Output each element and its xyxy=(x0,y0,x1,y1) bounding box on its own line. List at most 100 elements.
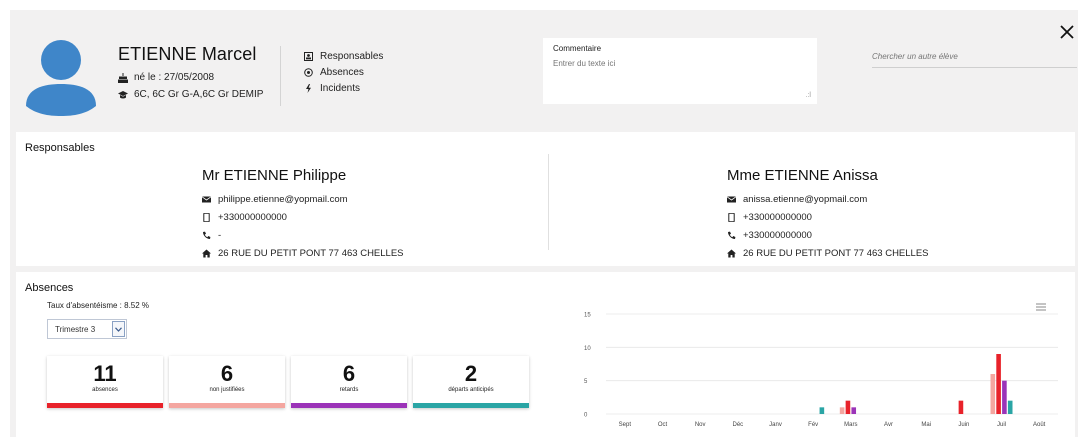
x-tick-label: Sept xyxy=(619,422,632,428)
parent-phone-line: +330000000000 xyxy=(727,226,929,244)
parent-name: Mme ETIENNE Anissa xyxy=(727,167,878,184)
student-profile-panel: ETIENNE Marcel né le : 27/05/2008 6C, 6C… xyxy=(10,10,1078,437)
chart-bar xyxy=(958,400,964,414)
contact-card-icon xyxy=(304,52,313,61)
parent-card-father: Mr ETIENNE Philippe philippe.etienne@yop… xyxy=(202,167,404,262)
clock-circle-icon xyxy=(304,68,313,77)
chart-bar xyxy=(845,400,851,414)
parent-phone: - xyxy=(218,229,222,241)
stat-value: 11 xyxy=(93,361,117,386)
student-birth: né le : 27/05/2008 xyxy=(134,72,215,83)
parent-mobile-line: +330000000000 xyxy=(727,208,929,226)
stat-color-bar xyxy=(169,403,285,408)
birthday-cake-icon xyxy=(118,72,128,83)
chart-bar xyxy=(996,354,1001,414)
x-tick-label: Mars xyxy=(844,422,857,428)
resize-grip-icon[interactable]: .:l xyxy=(806,92,811,99)
student-header: ETIENNE Marcel né le : 27/05/2008 6C, 6C… xyxy=(10,10,1078,127)
parent-address: 26 RUE DU PETIT PONT 77 463 CHELLES xyxy=(743,247,929,259)
graduation-cap-icon xyxy=(118,90,128,98)
parent-email: philippe.etienne@yopmail.com xyxy=(218,193,348,205)
parent-phone: +330000000000 xyxy=(743,229,812,241)
stat-color-bar xyxy=(291,403,407,408)
link-absences-label: Absences xyxy=(320,67,364,78)
y-tick-label: 10 xyxy=(584,346,591,352)
x-tick-label: Déc xyxy=(732,422,743,428)
quick-links: Responsables Absences Incidents xyxy=(304,51,383,94)
x-tick-label: Avr xyxy=(884,422,893,428)
stat-label: départs anticipés xyxy=(448,387,494,393)
comment-label: Commentaire xyxy=(553,44,602,53)
x-tick-label: Nov xyxy=(695,422,706,428)
chevron-down-icon[interactable] xyxy=(112,321,125,337)
period-select-value: Trimestre 3 xyxy=(55,324,96,334)
student-classes: 6C, 6C Gr G-A,6C Gr DEMIP xyxy=(134,89,264,100)
parent-mobile-line: +330000000000 xyxy=(202,208,404,226)
stat-color-bar xyxy=(47,403,163,408)
stat-value: 2 xyxy=(464,361,478,386)
stat-card-absences: 11 absences xyxy=(47,356,163,408)
search-student-input[interactable] xyxy=(872,52,1077,61)
period-select[interactable]: Trimestre 3 xyxy=(47,319,127,339)
responsables-title: Responsables xyxy=(25,142,95,154)
link-responsables[interactable]: Responsables xyxy=(304,51,383,62)
stat-label: non justifiées xyxy=(209,387,245,393)
absenteeism-rate: Taux d'absentéisme : 8.52 % xyxy=(47,301,150,310)
parent-email-line: philippe.etienne@yopmail.com xyxy=(202,190,404,208)
link-absences[interactable]: Absences xyxy=(304,67,383,78)
parent-card-mother: Mme ETIENNE Anissa anissa.etienne@yopmai… xyxy=(727,167,929,262)
parent-email-line: anissa.etienne@yopmail.com xyxy=(727,190,929,208)
x-tick-label: Mai xyxy=(921,422,931,428)
header-divider xyxy=(280,46,281,106)
student-classes-line: 6C, 6C Gr G-A,6C Gr DEMIP xyxy=(118,89,263,100)
absences-chart: 0 5 10 15 Sept Oct Nov Déc Janv Fév Mars Avr Mai Juin… xyxy=(584,313,1058,428)
parent-email: anissa.etienne@yopmail.com xyxy=(743,193,868,205)
chart-bar xyxy=(990,374,996,414)
parent-phone-line: - xyxy=(202,226,404,244)
home-icon xyxy=(727,249,736,257)
parent-name: Mr ETIENNE Philippe xyxy=(202,167,347,184)
x-tick-label: Juin xyxy=(958,422,969,428)
comment-box: Commentaire .:l xyxy=(543,38,817,104)
link-incidents[interactable]: Incidents xyxy=(304,83,383,94)
stat-card-non-justifiees: 6 non justifiées xyxy=(169,356,285,408)
y-tick-label: 15 xyxy=(584,313,591,319)
stat-label: absences xyxy=(92,387,118,393)
mobile-phone-icon xyxy=(203,212,210,222)
parent-address: 26 RUE DU PETIT PONT 77 463 CHELLES xyxy=(218,247,404,259)
parent-mobile: +330000000000 xyxy=(743,211,812,223)
chart-bar xyxy=(1007,400,1013,414)
envelope-icon xyxy=(202,195,211,202)
bolt-icon xyxy=(306,84,311,93)
absences-card: Absences Taux d'absentéisme : 8.52 % Tri… xyxy=(16,272,1075,437)
x-tick-label: Fév xyxy=(808,422,818,428)
x-tick-label: Août xyxy=(1033,422,1046,428)
phone-icon xyxy=(728,231,736,239)
x-tick-label: Janv xyxy=(769,422,782,428)
x-tick-label: Oct xyxy=(658,422,668,428)
envelope-icon xyxy=(727,195,736,202)
comment-input[interactable] xyxy=(553,59,807,95)
y-tick-label: 5 xyxy=(584,379,588,385)
student-birth-line: né le : 27/05/2008 xyxy=(118,72,214,83)
link-incidents-label: Incidents xyxy=(320,83,361,94)
mobile-phone-icon xyxy=(728,212,735,222)
x-tick-label: Juil xyxy=(997,422,1006,428)
chart-bar xyxy=(839,407,845,414)
chart-bar xyxy=(819,407,825,414)
stat-card-departs-anticipes: 2 départs anticipés xyxy=(413,356,529,408)
responsables-divider xyxy=(548,154,549,250)
parent-address-line: 26 RUE DU PETIT PONT 77 463 CHELLES xyxy=(202,244,404,262)
search-student-field xyxy=(872,46,1077,68)
close-icon[interactable] xyxy=(1059,24,1075,40)
responsables-card: Responsables Mr ETIENNE Philippe philipp… xyxy=(16,132,1075,266)
stat-label: retards xyxy=(339,387,359,393)
y-tick-label: 0 xyxy=(584,413,588,419)
chart-bar xyxy=(1002,380,1007,414)
avatar-icon xyxy=(26,40,96,116)
phone-icon xyxy=(203,231,211,239)
link-responsables-label: Responsables xyxy=(320,51,384,62)
absences-title: Absences xyxy=(25,282,74,294)
parent-mobile: +330000000000 xyxy=(218,211,287,223)
stat-value: 6 xyxy=(220,361,234,386)
